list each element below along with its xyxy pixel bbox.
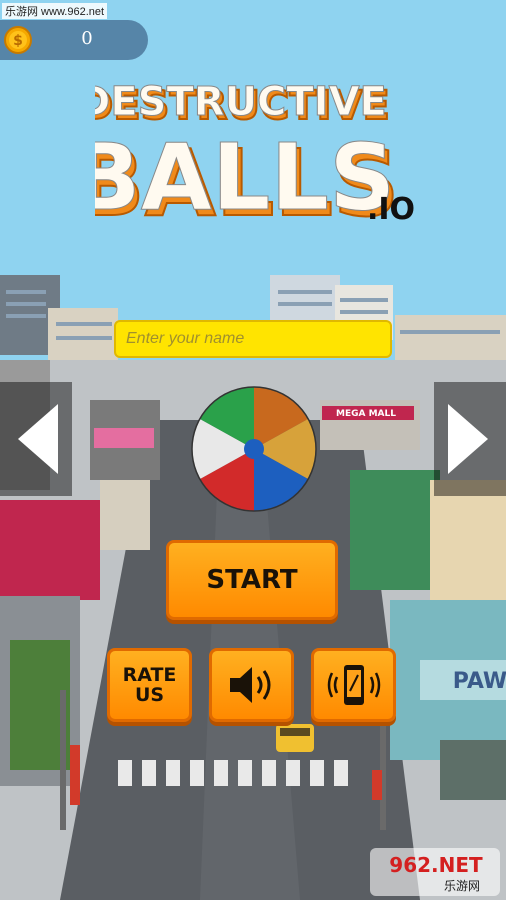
svg-text:$: $ [13, 33, 23, 49]
rate-label-line2: US [134, 684, 165, 706]
arrow-left-icon [18, 404, 58, 474]
title-line1: DESTRUCTIVE [95, 79, 387, 125]
rate-label-line1: RATE [122, 664, 177, 686]
coin-counter: $ 0 [0, 20, 148, 60]
mall-sign: MEGA MALL [336, 409, 396, 419]
next-ball-button[interactable] [434, 382, 506, 496]
site-logo-watermark: 962.NET 乐游网 [370, 848, 500, 896]
watermark-sub: 乐游网 [444, 879, 480, 893]
start-label: START [206, 565, 298, 595]
dollar-coin-icon: $ [4, 26, 32, 54]
rate-us-button[interactable]: RATE US [107, 648, 192, 722]
site-watermark: 乐游网 www.962.net [2, 3, 108, 19]
sound-toggle-button[interactable] [209, 648, 294, 722]
speaker-icon [229, 667, 270, 703]
start-button[interactable]: START [166, 540, 338, 620]
title-suffix: .IO [367, 192, 415, 225]
title-line2: BALLS [95, 124, 395, 225]
previous-ball-button[interactable] [0, 382, 72, 496]
name-input[interactable] [114, 320, 392, 358]
paw-sign: PAW [453, 669, 506, 694]
beach-ball [191, 386, 317, 512]
coin-count: 0 [81, 28, 93, 49]
game-logo: DESTRUCTIVE DESTRUCTIVE BALLS BALLS .IO [95, 79, 415, 226]
phone-vibrate-icon [327, 665, 380, 705]
vibration-toggle-button[interactable] [311, 648, 396, 722]
arrow-right-icon [448, 404, 488, 474]
watermark-brand: 962.NET [389, 853, 483, 877]
